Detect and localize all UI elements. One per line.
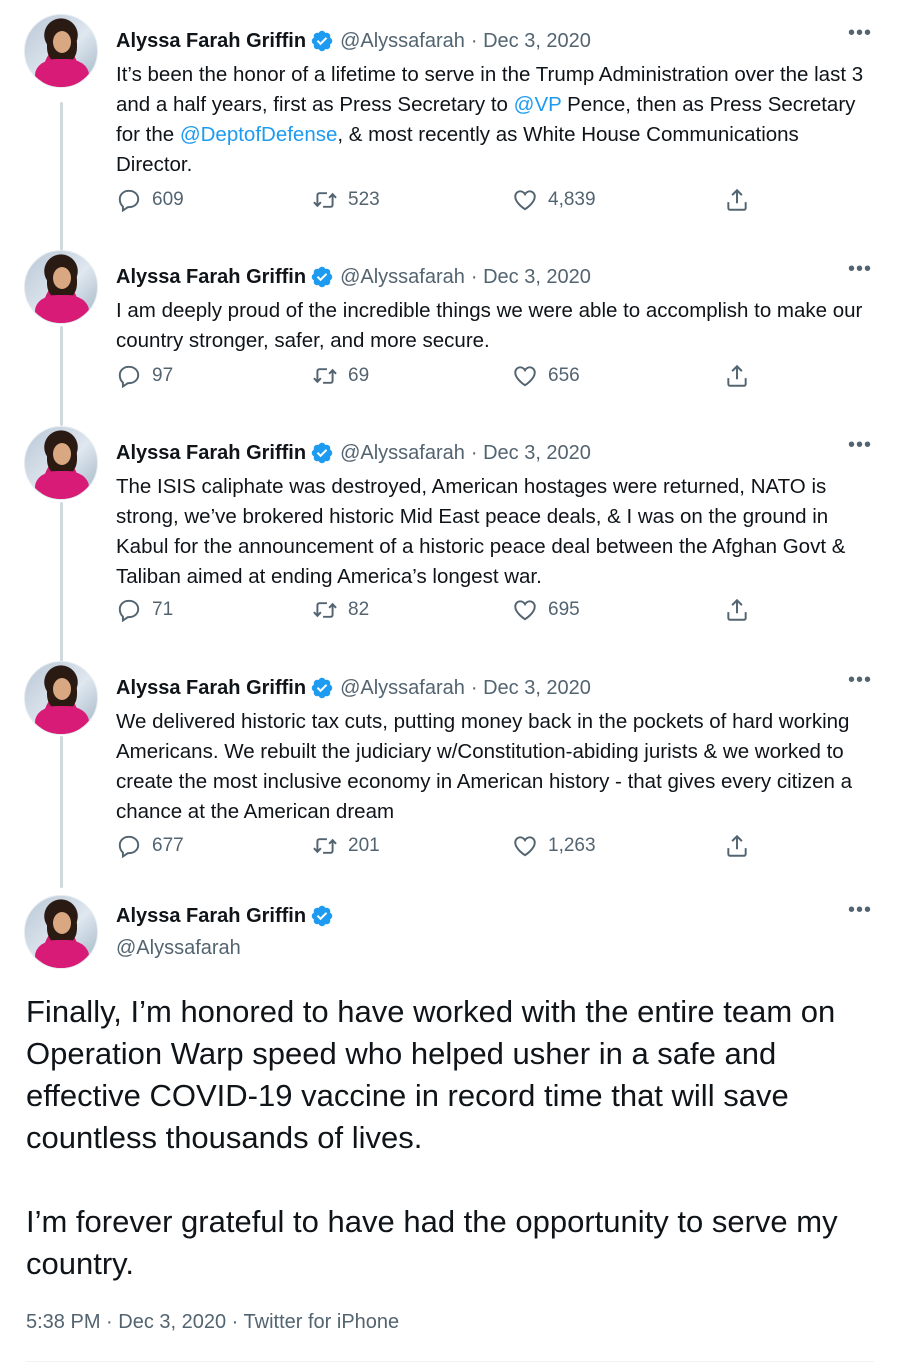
- retweet-icon: [313, 838, 337, 854]
- tweet-actions: 71 82 695: [116, 596, 756, 624]
- tweet-date[interactable]: · Dec 3, 2020: [471, 677, 591, 700]
- tweet-actions: 609 523 4,839: [116, 186, 756, 214]
- handle[interactable]: @Alyssafarah: [340, 442, 465, 465]
- like-icon: [514, 366, 536, 387]
- more-icon[interactable]: •••: [848, 900, 872, 925]
- avatar[interactable]: [24, 250, 98, 324]
- retweet-count: 69: [348, 365, 370, 386]
- reply-button[interactable]: 97: [116, 362, 173, 390]
- more-icon[interactable]: •••: [848, 670, 872, 695]
- like-button[interactable]: 4,839: [512, 186, 596, 214]
- divider: [26, 1361, 874, 1362]
- like-count: 656: [548, 365, 580, 386]
- retweet-icon: [313, 602, 337, 618]
- thread-tweet[interactable]: Alyssa Farah Griffin @Alyssafarah · Dec …: [0, 661, 900, 881]
- reply-count: 609: [152, 189, 184, 210]
- verified-badge-icon: [311, 442, 333, 464]
- more-icon[interactable]: •••: [848, 259, 872, 284]
- tweet-header: Alyssa Farah Griffin @Alyssafarah · Dec …: [116, 438, 591, 468]
- author-name[interactable]: Alyssa Farah Griffin: [116, 677, 306, 700]
- share-button[interactable]: [724, 832, 750, 860]
- tweet-text: I am deeply proud of the incredible thin…: [116, 299, 863, 352]
- more-icon[interactable]: •••: [848, 435, 872, 460]
- main-tweet[interactable]: Alyssa Farah Griffin @Alyssafarah ••• Fi…: [0, 895, 900, 1365]
- tweet-actions: 677 201 1,263: [116, 832, 756, 860]
- author-name[interactable]: Alyssa Farah Griffin: [116, 905, 306, 928]
- like-button[interactable]: 1,263: [512, 832, 596, 860]
- share-icon: [727, 834, 747, 857]
- handle[interactable]: @Alyssafarah: [116, 937, 241, 960]
- share-button[interactable]: [724, 186, 750, 214]
- thread-tweet[interactable]: Alyssa Farah Griffin @Alyssafarah · Dec …: [0, 14, 900, 238]
- like-icon: [514, 600, 536, 621]
- like-icon: [514, 190, 536, 211]
- tweet-text: The ISIS caliphate was destroyed, Americ…: [116, 475, 846, 588]
- tweet-text: We delivered historic tax cuts, putting …: [116, 710, 853, 823]
- avatar[interactable]: [24, 426, 98, 500]
- share-button[interactable]: [724, 362, 750, 390]
- author-name[interactable]: Alyssa Farah Griffin: [116, 442, 306, 465]
- avatar[interactable]: [24, 895, 98, 969]
- reply-count: 71: [152, 599, 174, 620]
- reply-button[interactable]: 677: [116, 832, 184, 860]
- tweet-paragraph: I’m forever grateful to have had the opp…: [26, 1204, 838, 1281]
- handle[interactable]: @Alyssafarah: [340, 677, 465, 700]
- tweet-text: Finally, I’m honored to have worked with…: [26, 991, 886, 1285]
- share-icon: [727, 364, 747, 387]
- avatar[interactable]: [24, 14, 98, 88]
- retweet-count: 201: [348, 835, 380, 856]
- retweet-icon: [313, 368, 337, 384]
- reply-count: 97: [152, 365, 174, 386]
- retweet-count: 523: [348, 189, 380, 210]
- like-icon: [514, 836, 536, 857]
- thread-tweet[interactable]: Alyssa Farah Griffin @Alyssafarah · Dec …: [0, 426, 900, 646]
- mention-link[interactable]: @DeptofDefense: [180, 123, 338, 146]
- tweet-meta[interactable]: 5:38 PM · Dec 3, 2020 · Twitter for iPho…: [26, 1311, 399, 1334]
- like-button[interactable]: 656: [512, 362, 580, 390]
- verified-badge-icon: [311, 677, 333, 699]
- reply-icon: [118, 365, 140, 389]
- tweet-date[interactable]: · Dec 3, 2020: [471, 266, 591, 289]
- reply-icon: [118, 599, 140, 623]
- like-count: 695: [548, 599, 580, 620]
- verified-badge-icon: [311, 266, 333, 288]
- reply-button[interactable]: 71: [116, 596, 173, 624]
- reply-count: 677: [152, 835, 184, 856]
- tweet-date[interactable]: · Dec 3, 2020: [471, 442, 591, 465]
- author-name[interactable]: Alyssa Farah Griffin: [116, 30, 306, 53]
- verified-badge-icon: [311, 30, 333, 52]
- share-button[interactable]: [724, 596, 750, 624]
- like-button[interactable]: 695: [512, 596, 580, 624]
- reply-icon: [118, 835, 140, 859]
- tweet-text: It’s been the honor of a lifetime to ser…: [116, 63, 864, 176]
- tweet-date[interactable]: · Dec 3, 2020: [471, 30, 591, 53]
- tweet-header: Alyssa Farah Griffin: [116, 901, 334, 931]
- reply-icon: [118, 189, 140, 213]
- avatar[interactable]: [24, 661, 98, 735]
- retweet-button[interactable]: 82: [312, 596, 369, 624]
- author-name[interactable]: Alyssa Farah Griffin: [116, 266, 306, 289]
- mention-link[interactable]: @VP: [514, 93, 562, 116]
- retweet-button[interactable]: 69: [312, 362, 369, 390]
- tweet-header: Alyssa Farah Griffin @Alyssafarah · Dec …: [116, 26, 591, 56]
- share-icon: [727, 598, 747, 621]
- share-icon: [727, 188, 747, 211]
- verified-badge-icon: [311, 905, 333, 927]
- thread-tweet[interactable]: Alyssa Farah Griffin @Alyssafarah · Dec …: [0, 250, 900, 410]
- retweet-icon: [313, 192, 337, 208]
- retweet-button[interactable]: 201: [312, 832, 380, 860]
- reply-button[interactable]: 609: [116, 186, 184, 214]
- like-count: 1,263: [548, 835, 596, 856]
- more-icon[interactable]: •••: [848, 23, 872, 48]
- retweet-count: 82: [348, 599, 370, 620]
- handle[interactable]: @Alyssafarah: [340, 30, 465, 53]
- tweet-header: Alyssa Farah Griffin @Alyssafarah · Dec …: [116, 673, 591, 703]
- handle[interactable]: @Alyssafarah: [340, 266, 465, 289]
- tweet-paragraph: Finally, I’m honored to have worked with…: [26, 994, 836, 1155]
- retweet-button[interactable]: 523: [312, 186, 380, 214]
- tweet-header: Alyssa Farah Griffin @Alyssafarah · Dec …: [116, 262, 591, 292]
- like-count: 4,839: [548, 189, 596, 210]
- tweet-actions: 97 69 656: [116, 362, 756, 390]
